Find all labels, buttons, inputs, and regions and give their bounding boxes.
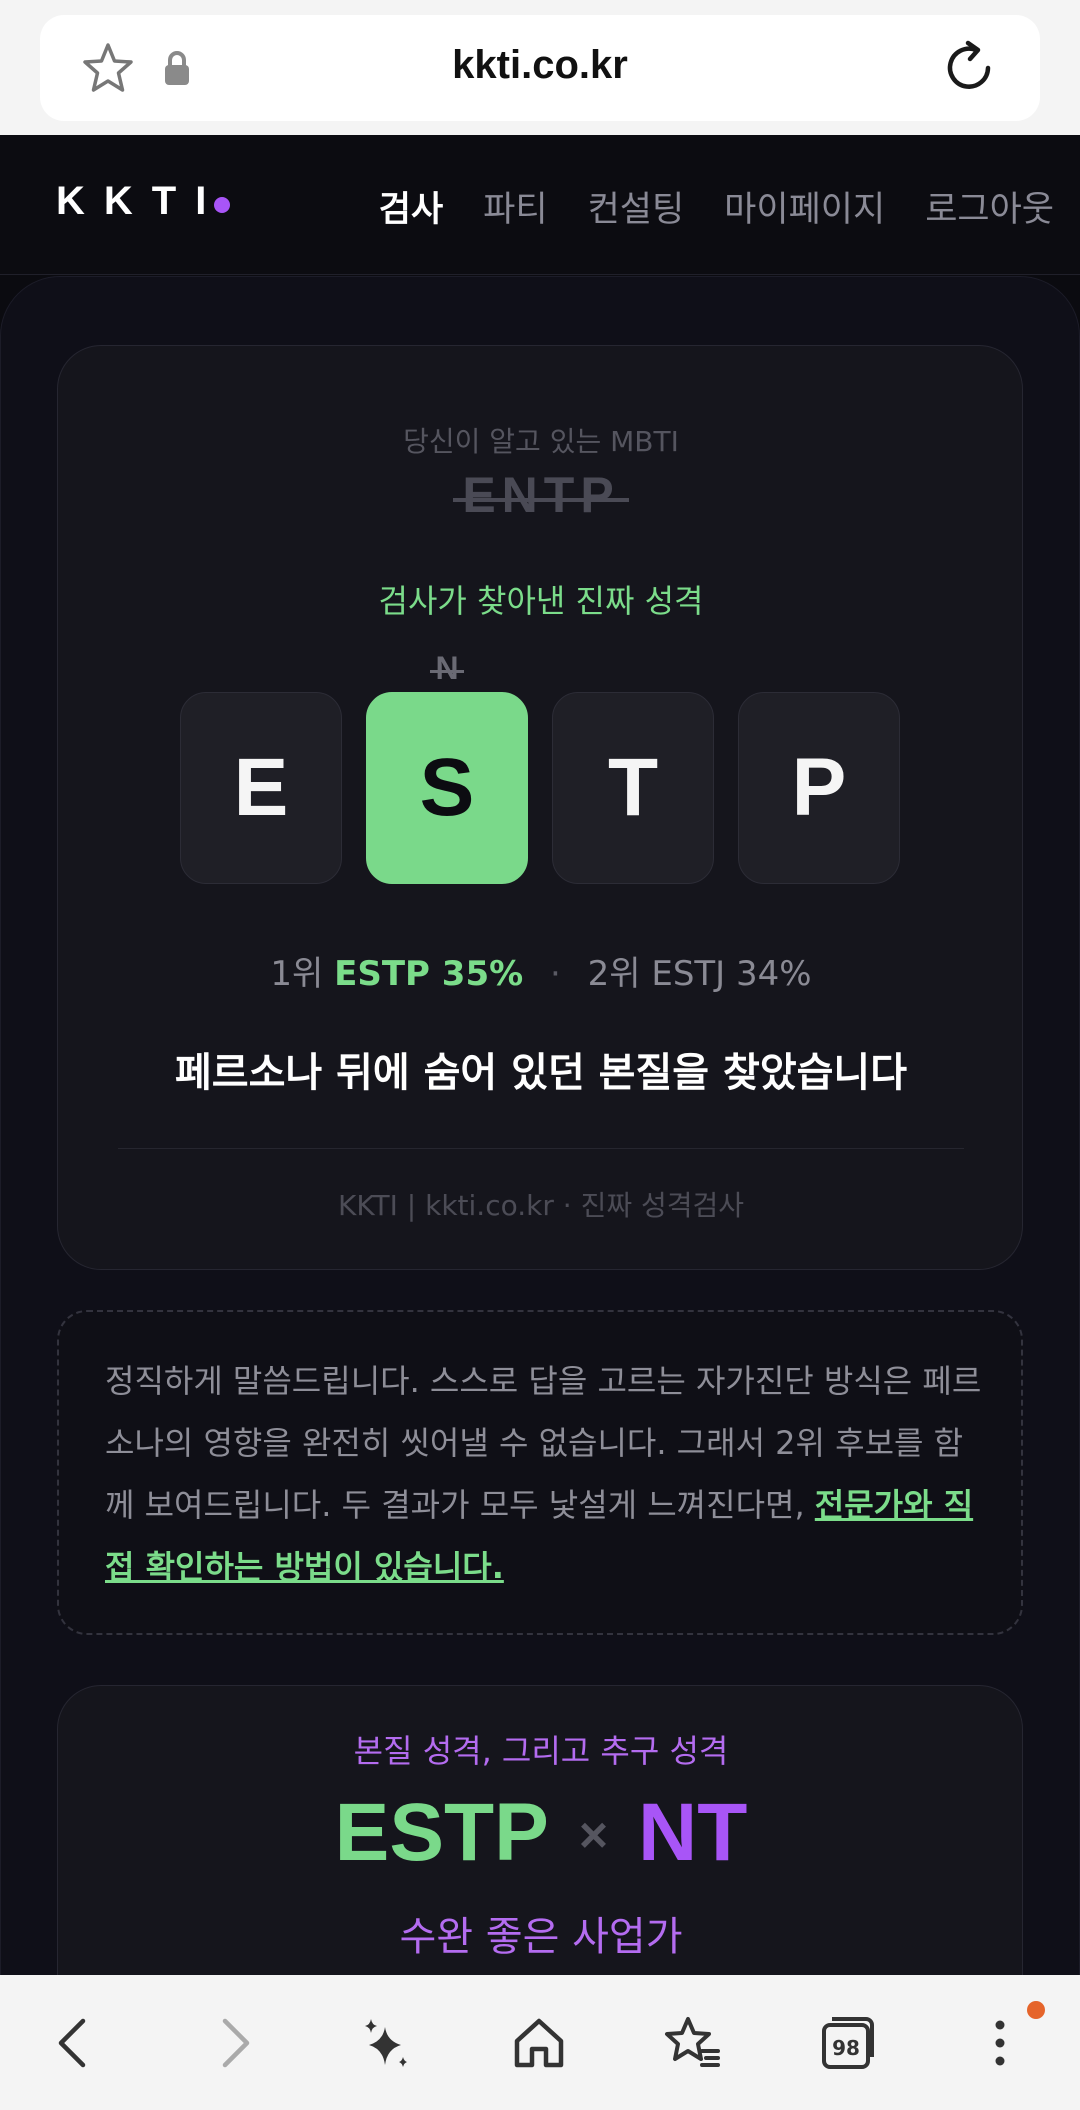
note-text: 정직하게 말씀드립니다. 스스로 답을 고르는 자가진단 방식은 페르소나의 영…	[105, 1350, 985, 1598]
rank2-value: 2위 ESTJ 34%	[587, 954, 812, 994]
result-tagline: 페르소나 뒤에 숨어 있던 본질을 찾았습니다	[174, 1050, 908, 1096]
changed-from-letter: N	[435, 650, 459, 686]
nav-item-test[interactable]: 검사	[379, 181, 443, 232]
pursuit-types: ESTP × NT	[58, 1786, 1024, 1880]
tabs-icon[interactable]: 98	[818, 2013, 878, 2073]
letter-box-1: E	[180, 692, 342, 884]
bookmarks-icon[interactable]	[662, 2013, 722, 2073]
card-divider	[118, 1148, 964, 1149]
url-text[interactable]: kkti.co.kr	[40, 43, 1040, 88]
known-mbti-type: ENTP	[462, 467, 620, 523]
known-type-strikethrough	[453, 498, 629, 502]
nav-item-consulting[interactable]: 컨설팅	[588, 181, 685, 232]
back-icon[interactable]	[45, 2013, 105, 2073]
pursuit-label: 본질 성격, 그리고 추구 성격	[353, 1732, 729, 1770]
site-logo[interactable]: KKTI	[56, 179, 225, 224]
nav-item-mypage[interactable]: 마이페이지	[724, 181, 885, 232]
card-footer: KKTI | kkti.co.kr · 진짜 성격검사	[337, 1189, 745, 1222]
tab-count: 98	[832, 2036, 860, 2060]
rank-summary: 1위 ESTP 35% · 2위 ESTJ 34%	[58, 946, 1024, 995]
sparkle-icon[interactable]	[355, 2013, 415, 2073]
pursuit-type: NT	[638, 1787, 748, 1878]
changed-letter-strikethrough	[430, 670, 464, 673]
browser-address-area: kkti.co.kr	[0, 0, 1080, 135]
nav-item-party[interactable]: 파티	[483, 181, 547, 232]
pursuit-subtitle: 수완 좋은 사업가	[399, 1914, 683, 1960]
more-icon[interactable]	[970, 2013, 1030, 2073]
logo-dot	[214, 197, 230, 213]
result-letters: E S N T P	[180, 650, 902, 884]
home-icon[interactable]	[509, 2013, 569, 2073]
forward-icon[interactable]	[203, 2013, 263, 2073]
address-bar[interactable]: kkti.co.kr	[40, 15, 1040, 121]
times-symbol: ×	[578, 1807, 609, 1863]
notification-dot	[1027, 2001, 1045, 2019]
known-mbti-label: 당신이 알고 있는 MBTI	[403, 425, 679, 458]
rank1-prefix: 1위	[270, 954, 324, 994]
site-header: KKTI 검사 파티 컨설팅 마이페이지 로그아웃	[0, 135, 1080, 275]
rank-separator: ·	[550, 954, 561, 994]
result-card: 당신이 알고 있는 MBTI ENTP 검사가 찾아낸 진짜 성격 E S N …	[57, 345, 1023, 1270]
nav-item-logout[interactable]: 로그아웃	[925, 181, 1054, 232]
letter-box-2-highlighted: S	[366, 692, 528, 884]
main-nav: 검사 파티 컨설팅 마이페이지 로그아웃	[379, 181, 1054, 232]
rank1-value: ESTP 35%	[334, 954, 524, 994]
letter-box-3: T	[552, 692, 714, 884]
reload-icon[interactable]	[938, 37, 1000, 99]
honest-note-box: 정직하게 말씀드립니다. 스스로 답을 고르는 자가진단 방식은 페르소나의 영…	[57, 1310, 1023, 1635]
real-personality-label: 검사가 찾아낸 진짜 성격	[378, 582, 704, 620]
essence-type: ESTP	[334, 1787, 549, 1878]
letter-box-4: P	[738, 692, 900, 884]
browser-toolbar: 98	[0, 1975, 1080, 2110]
